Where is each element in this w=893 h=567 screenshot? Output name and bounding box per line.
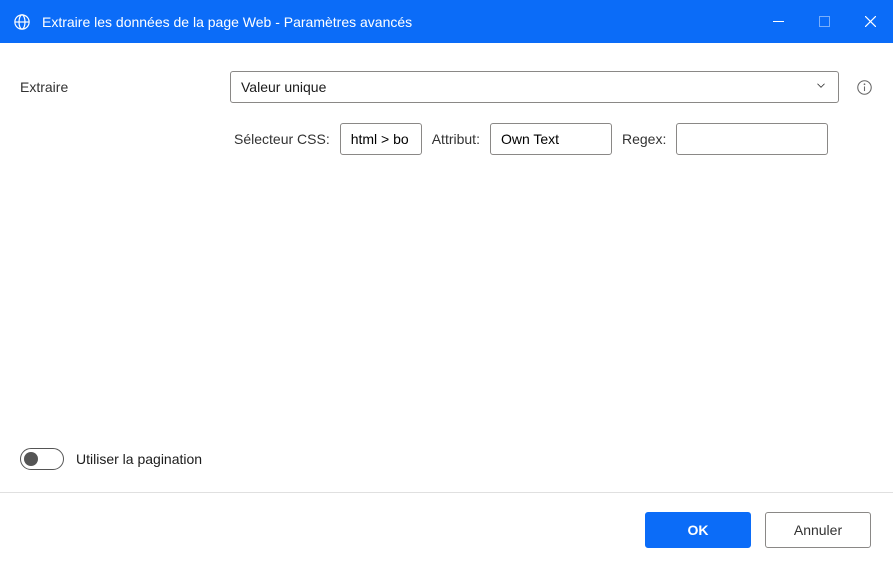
cancel-button[interactable]: Annuler <box>765 512 871 548</box>
window-title: Extraire les données de la page Web - Pa… <box>42 14 755 30</box>
maximize-button <box>801 0 847 43</box>
info-icon[interactable] <box>855 78 873 96</box>
details-row: Sélecteur CSS: Attribut: Regex: <box>20 123 873 155</box>
selector-input[interactable] <box>340 123 422 155</box>
globe-icon <box>12 12 32 32</box>
toggle-knob <box>24 452 38 466</box>
pagination-row: Utiliser la pagination <box>20 448 873 492</box>
pagination-toggle[interactable] <box>20 448 64 470</box>
extract-dropdown[interactable]: Valeur unique <box>230 71 839 103</box>
content-area: Extraire Valeur unique Sélecteur CSS: <box>0 43 893 492</box>
extract-row: Extraire Valeur unique <box>20 71 873 103</box>
pagination-label: Utiliser la pagination <box>76 451 202 467</box>
ok-button[interactable]: OK <box>645 512 751 548</box>
dialog-footer: OK Annuler <box>0 492 893 567</box>
regex-input[interactable] <box>676 123 828 155</box>
extract-dropdown-value: Valeur unique <box>241 79 326 95</box>
attribute-input[interactable] <box>490 123 612 155</box>
attribute-label: Attribut: <box>432 131 480 147</box>
selector-label: Sélecteur CSS: <box>234 131 330 147</box>
chevron-down-icon <box>814 79 828 96</box>
window-buttons <box>755 0 893 43</box>
extract-label: Extraire <box>20 79 230 95</box>
minimize-button[interactable] <box>755 0 801 43</box>
titlebar: Extraire les données de la page Web - Pa… <box>0 0 893 43</box>
close-button[interactable] <box>847 0 893 43</box>
regex-label: Regex: <box>622 131 666 147</box>
